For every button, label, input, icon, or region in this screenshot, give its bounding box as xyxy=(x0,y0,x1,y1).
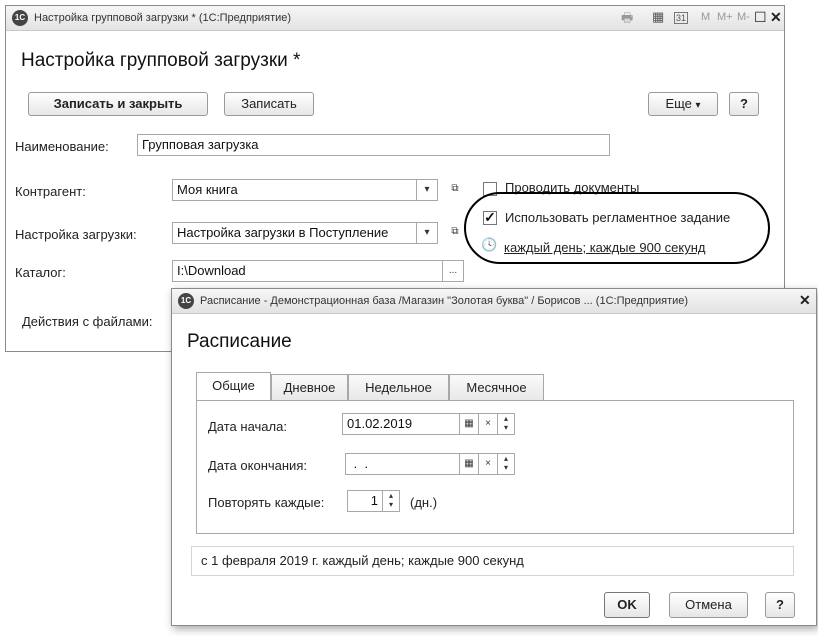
spin-down-icon[interactable]: ▾ xyxy=(498,463,514,472)
more-button-label: Еще xyxy=(665,96,692,111)
end-date-calendar-button[interactable]: ▦ xyxy=(459,453,479,475)
restore-icon[interactable]: ☐ xyxy=(754,9,767,26)
page-title: Настройка групповой загрузки * xyxy=(21,50,301,71)
main-window-title: Настройка групповой загрузки * (1С:Предп… xyxy=(34,12,292,24)
spin-up-icon[interactable]: ▴ xyxy=(383,491,399,500)
help-button[interactable]: ? xyxy=(729,92,759,116)
close-icon[interactable]: ✕ xyxy=(799,292,811,309)
use-scheduled-job-checkbox[interactable]: ✓ xyxy=(483,210,497,225)
load-setting-field[interactable]: Настройка загрузки в Поступление xyxy=(172,222,417,244)
load-setting-open-button[interactable]: ⧉ xyxy=(444,222,466,244)
spin-down-icon[interactable]: ▾ xyxy=(498,423,514,432)
start-date-spinner[interactable]: ▴ ▾ xyxy=(497,413,515,435)
close-icon[interactable]: ✕ xyxy=(770,9,782,26)
tab-daily[interactable]: Дневное xyxy=(271,374,348,401)
counterparty-dropdown-button[interactable]: ▾ xyxy=(416,179,438,201)
catalog-field[interactable]: I:\Download xyxy=(172,260,443,282)
repeat-field[interactable]: 1 xyxy=(347,490,383,512)
schedule-link[interactable]: каждый день; каждые 900 секунд xyxy=(504,240,706,255)
schedule-window: 1С Расписание - Демонстрационная база /М… xyxy=(171,288,817,626)
use-scheduled-job-label: Использовать регламентное задание xyxy=(505,210,731,225)
save-button[interactable]: Записать xyxy=(224,92,314,116)
start-date-calendar-button[interactable]: ▦ xyxy=(459,413,479,435)
start-date-clear-button[interactable]: × xyxy=(478,413,498,435)
end-date-spinner[interactable]: ▴ ▾ xyxy=(497,453,515,475)
spin-down-icon[interactable]: ▾ xyxy=(383,500,399,509)
cancel-button[interactable]: Отмена xyxy=(669,592,748,618)
chevron-down-icon: ▾ xyxy=(695,100,701,111)
schedule-window-title: Расписание - Демонстрационная база /Мага… xyxy=(200,295,689,307)
end-date-clear-button[interactable]: × xyxy=(478,453,498,475)
load-setting-label: Настройка загрузки: xyxy=(15,227,137,242)
save-and-close-button[interactable]: Записать и закрыть xyxy=(28,92,208,116)
catalog-label: Каталог: xyxy=(15,265,66,280)
name-label: Наименование: xyxy=(15,139,109,154)
counterparty-field[interactable]: Моя книга xyxy=(172,179,417,201)
memory-m-icon[interactable]: M xyxy=(701,11,710,23)
more-button[interactable]: Еще ▾ xyxy=(648,92,718,116)
calendar-icon[interactable]: 31 xyxy=(674,12,689,24)
app-logo-icon: 1С xyxy=(178,293,194,309)
start-date-field[interactable]: 01.02.2019 xyxy=(342,413,460,435)
tab-monthly[interactable]: Месячное xyxy=(449,374,544,401)
print-icon[interactable]: 🖶 xyxy=(621,9,633,31)
end-date-field[interactable]: . . xyxy=(345,453,460,475)
clock-icon: 🕓 xyxy=(481,237,498,252)
schedule-titlebar: 1С Расписание - Демонстрационная база /М… xyxy=(172,289,816,314)
catalog-browse-button[interactable]: ... xyxy=(442,260,464,282)
spin-up-icon[interactable]: ▴ xyxy=(498,454,514,463)
repeat-unit: (дн.) xyxy=(410,495,438,510)
end-date-label: Дата окончания: xyxy=(208,458,307,473)
counterparty-label: Контрагент: xyxy=(15,184,86,199)
start-date-label: Дата начала: xyxy=(208,419,287,434)
schedule-title: Расписание xyxy=(187,331,292,352)
tab-weekly[interactable]: Недельное xyxy=(348,374,449,401)
help-button[interactable]: ? xyxy=(765,592,795,618)
app-logo-icon: 1С xyxy=(12,10,28,26)
load-setting-dropdown-button[interactable]: ▾ xyxy=(416,222,438,244)
name-field[interactable]: Групповая загрузка xyxy=(137,134,610,156)
main-titlebar: 1С Настройка групповой загрузки * (1С:Пр… xyxy=(6,6,784,31)
calculator-icon[interactable]: ▦ xyxy=(652,9,664,25)
memory-plus-icon[interactable]: M+ xyxy=(717,11,733,23)
schedule-summary: с 1 февраля 2019 г. каждый день; каждые … xyxy=(191,546,794,576)
tab-general[interactable]: Общие xyxy=(196,372,271,401)
memory-minus-icon[interactable]: M- xyxy=(737,11,750,23)
repeat-spinner[interactable]: ▴ ▾ xyxy=(382,490,400,512)
spin-up-icon[interactable]: ▴ xyxy=(498,414,514,423)
counterparty-open-button[interactable]: ⧉ xyxy=(444,179,466,201)
repeat-label: Повторять каждые: xyxy=(208,495,325,510)
file-actions-label: Действия с файлами: xyxy=(22,314,153,329)
ok-button[interactable]: OK xyxy=(604,592,650,618)
